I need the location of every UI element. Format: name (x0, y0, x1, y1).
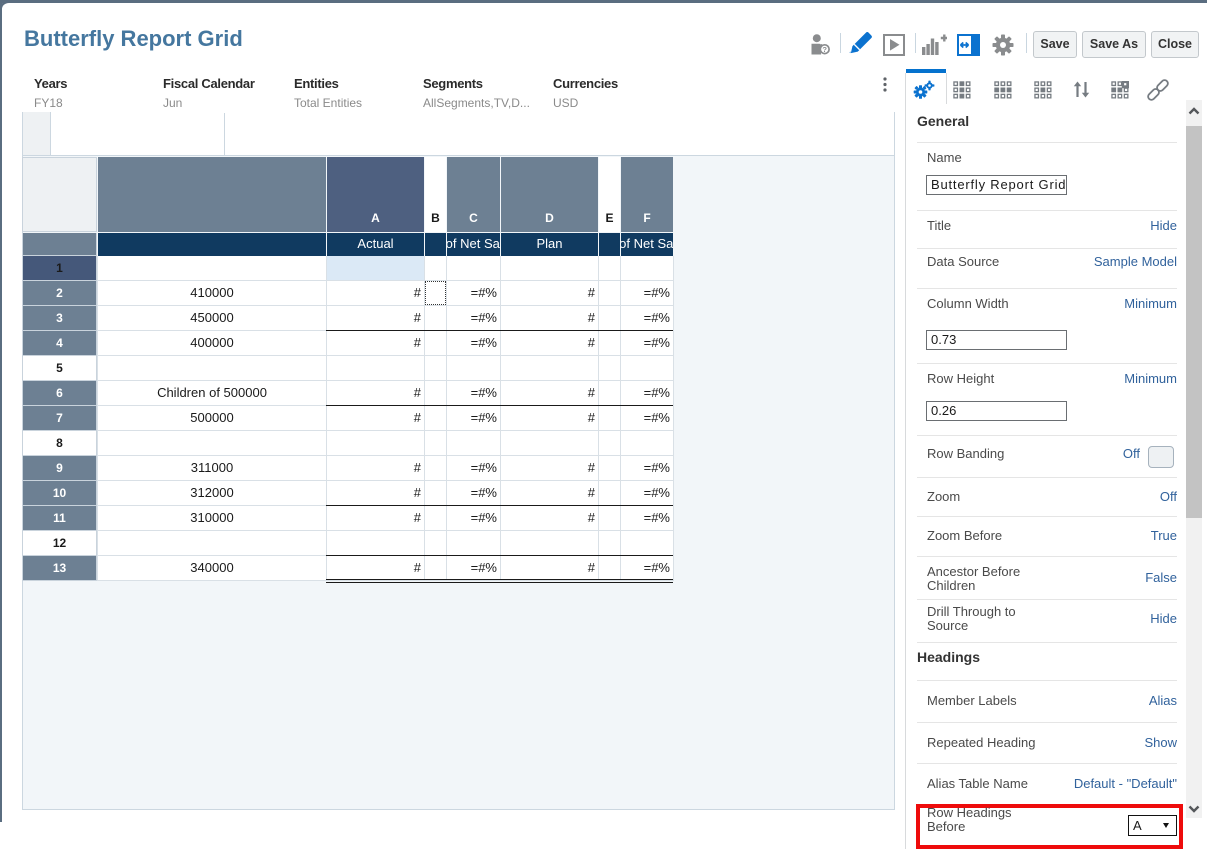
svg-text:?: ? (822, 45, 827, 54)
